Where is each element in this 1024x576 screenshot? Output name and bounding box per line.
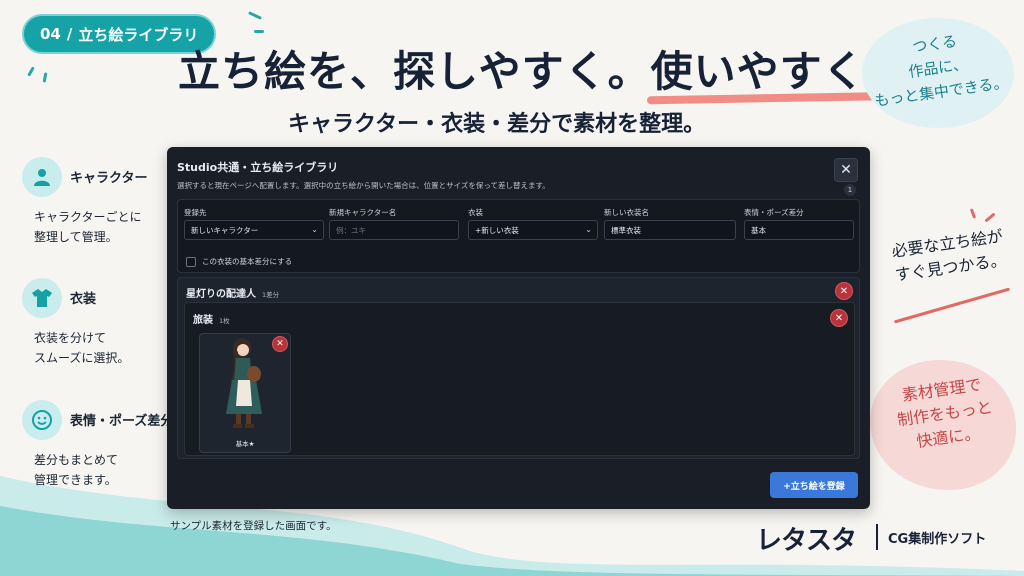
headline-part1: 立ち絵を、探しやすく。 <box>178 47 651 96</box>
image-count: 1枚 <box>219 317 230 325</box>
logo-divider <box>876 524 878 550</box>
outfit-label: 衣装 <box>468 208 483 217</box>
decor-stroke <box>984 212 996 223</box>
decor-stroke <box>27 66 35 77</box>
feature-title: 表情・ポーズ差分 <box>70 414 174 429</box>
smiley-icon <box>22 400 62 440</box>
new-outfit-input[interactable]: 標準衣装 <box>604 220 736 240</box>
base-variant-checkbox[interactable] <box>186 256 196 267</box>
expression-input[interactable]: 基本 <box>744 220 854 240</box>
new-character-label: 新規キャラクター名 <box>329 208 397 217</box>
dialog-description: 選択すると現在ページへ配置します。選択中の立ち絵から開いた場合は、位置とサイズを… <box>177 181 550 190</box>
delete-outfit-button[interactable]: ✕ <box>830 309 848 327</box>
character-group: 星灯りの配達人 1差分 ✕ 旅装 1枚 ✕ ✕ 基本★ <box>177 277 860 459</box>
caption: サンプル素材を登録した画面です。 <box>170 520 337 532</box>
dialog-title: Studio共通・立ち絵ライブラリ <box>177 161 339 174</box>
chevron-down-icon: ⌄ <box>311 225 318 234</box>
outfit-name: 旅装 1枚 <box>193 315 230 326</box>
chevron-down-icon: ⌄ <box>585 225 592 234</box>
register-to-select[interactable]: 新しいキャラクター ⌄ <box>184 220 324 240</box>
sprite-label: 基本★ <box>235 440 255 448</box>
new-character-input[interactable]: 例：ユキ <box>329 220 459 240</box>
variant-count: 1差分 <box>262 291 280 299</box>
register-sprite-button[interactable]: +立ち絵を登録 <box>770 472 858 498</box>
outfit-select[interactable]: +新しい衣装 ⌄ <box>468 220 598 240</box>
feature-desc: キャラクターごとに 整理して管理。 <box>34 210 142 244</box>
new-outfit-label: 新しい衣装名 <box>604 208 649 217</box>
underline-stroke <box>893 287 1011 324</box>
section-separator: / <box>66 25 73 43</box>
person-icon <box>22 157 62 197</box>
close-icon: ✕ <box>840 162 852 178</box>
base-variant-checkbox-row[interactable]: この衣装の基本差分にする <box>186 256 292 267</box>
outfit-group: 旅装 1枚 ✕ ✕ 基本★ <box>184 302 855 456</box>
subheadline: キャラクター・衣装・差分で素材を整理。 <box>288 112 706 137</box>
logo-tagline: CG集制作ソフト <box>888 532 987 547</box>
close-icon: ✕ <box>839 285 849 297</box>
feature-desc: 差分もまとめて 管理できます。 <box>34 453 119 487</box>
note-middle: 必要な立ち絵が すぐ見つかる。 <box>890 226 1008 285</box>
logo: レタスタ <box>756 526 857 556</box>
library-dialog: Studio共通・立ち絵ライブラリ 選択すると現在ページへ配置します。選択中の立… <box>167 147 870 509</box>
checkbox-label: この衣装の基本差分にする <box>202 257 293 266</box>
delete-sprite-button[interactable]: ✕ <box>272 336 288 352</box>
close-icon: ✕ <box>834 312 844 324</box>
sprite-card[interactable]: ✕ 基本★ <box>199 333 291 453</box>
close-icon: ✕ <box>276 339 284 349</box>
close-button[interactable]: ✕ <box>834 158 858 182</box>
feature-title: キャラクター <box>70 171 148 186</box>
decor-stroke <box>248 11 262 20</box>
feature-title: 衣装 <box>70 292 97 307</box>
decor-stroke <box>42 72 48 83</box>
register-form: 登録先 新しいキャラクター ⌄ 新規キャラクター名 例：ユキ 衣装 +新しい衣装… <box>177 199 860 273</box>
decor-stroke <box>254 30 264 33</box>
feature-desc: 衣装を分けて スムーズに選択。 <box>34 331 130 365</box>
count-badge: 1 <box>844 184 856 196</box>
delete-character-button[interactable]: ✕ <box>835 282 853 300</box>
character-name: 星灯りの配達人 1差分 <box>186 289 280 300</box>
section-number: 04 <box>40 25 61 43</box>
decor-stroke <box>969 208 977 219</box>
expression-label: 表情・ポーズ差分 <box>744 208 804 217</box>
shirt-icon <box>22 278 62 318</box>
register-to-label: 登録先 <box>184 208 207 217</box>
headline: 立ち絵を、探しやすく。使いやすく。 <box>178 38 909 99</box>
